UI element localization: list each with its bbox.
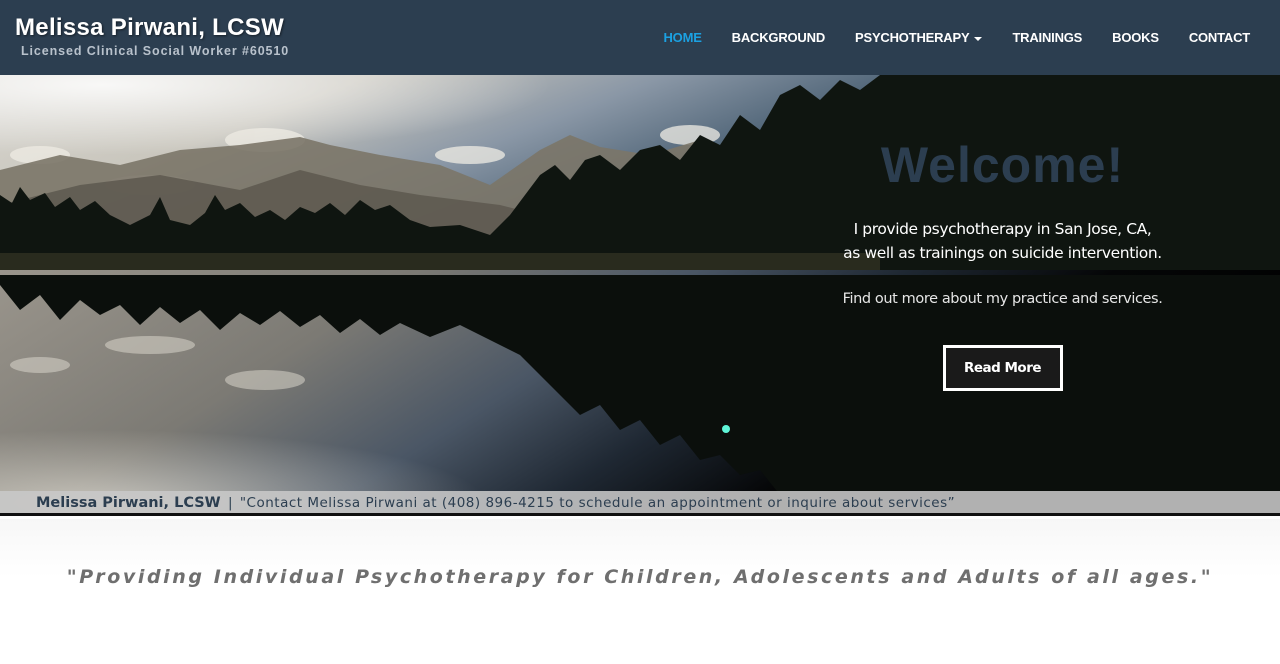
contact-separator: |	[227, 495, 233, 511]
welcome-text: I provide psychotherapy in San Jose, CA,…	[790, 217, 1215, 265]
tagline-section: "Providing Individual Psychotherapy for …	[0, 519, 1280, 664]
nav-psychotherapy[interactable]: PSYCHOTHERAPY	[840, 30, 997, 45]
welcome-title: Welcome!	[880, 137, 1125, 193]
nav-contact[interactable]: CONTACT	[1174, 30, 1265, 45]
contact-name: Melissa Pirwani, LCSW	[36, 495, 221, 511]
nav-psychotherapy-label: PSYCHOTHERAPY	[855, 30, 970, 45]
site-header: Melissa Pirwani, LCSW Licensed Clinical …	[0, 0, 1280, 75]
welcome-line-2: as well as trainings on suicide interven…	[843, 244, 1162, 262]
nav-trainings[interactable]: TRAININGS	[997, 30, 1097, 45]
welcome-line-1: I provide psychotherapy in San Jose, CA,	[853, 220, 1152, 238]
find-out-more-text: Find out more about my practice and serv…	[842, 291, 1163, 307]
hero-banner: Welcome! I provide psychotherapy in San …	[0, 75, 1280, 516]
contact-strip: Melissa Pirwani, LCSW | "Contact Melissa…	[0, 491, 1280, 516]
nav-background[interactable]: BACKGROUND	[717, 30, 840, 45]
nav-books[interactable]: BOOKS	[1097, 30, 1174, 45]
site-subtitle: Licensed Clinical Social Worker #60510	[21, 44, 290, 58]
read-more-button[interactable]: Read More	[942, 345, 1063, 391]
site-brand[interactable]: Melissa Pirwani, LCSW Licensed Clinical …	[15, 14, 289, 58]
welcome-block: Welcome! I provide psychotherapy in San …	[790, 135, 1215, 391]
tagline-text: "Providing Individual Psychotherapy for …	[66, 566, 1214, 588]
main-nav: HOME BACKGROUND PSYCHOTHERAPY TRAININGS …	[648, 0, 1265, 75]
contact-message: "Contact Melissa Pirwani at (408) 896-42…	[239, 495, 956, 511]
nav-home[interactable]: HOME	[648, 30, 716, 45]
caret-down-icon	[974, 36, 983, 41]
site-title[interactable]: Melissa Pirwani, LCSW	[15, 14, 289, 42]
